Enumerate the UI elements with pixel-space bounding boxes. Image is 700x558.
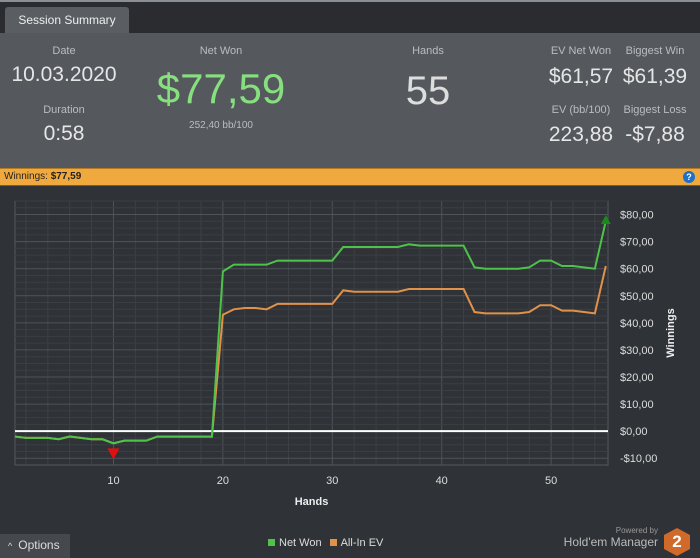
ev-bb-label: EV (bb/100)	[551, 104, 611, 116]
session-summary-panel: Date 10.03.2020 Duration 0:58 Net Won $7…	[0, 33, 700, 168]
legend-swatch	[329, 539, 337, 546]
legend-item-net-won[interactable]: Net Won	[268, 537, 322, 549]
bb100-value: 252,40 bb/100	[189, 120, 253, 131]
duration-value: 0:58	[43, 122, 85, 145]
date-value: 10.03.2020	[11, 63, 117, 86]
x-tick-label: 10	[107, 475, 119, 487]
biggest-loss-value: -$7,88	[625, 123, 685, 146]
winnings-label: Winnings:	[4, 171, 48, 182]
chevron-up-icon: ^	[8, 541, 13, 551]
x-tick-label: 40	[436, 475, 448, 487]
chart-legend: Net Won All-In EV	[268, 537, 383, 549]
hands-value: 55	[405, 69, 451, 113]
y-tick-label: $20,00	[620, 372, 654, 384]
powered-by-text: Powered by	[615, 526, 658, 535]
hands-label: Hands	[412, 45, 444, 57]
winnings-chart: -$10,00 $0,00 $10,00 $20,00 $30,00 $40,00 $50,…	[14, 200, 677, 508]
net-won-value: $77,59	[156, 65, 286, 112]
options-label: Options	[18, 538, 60, 552]
hem-logo: Powered by Hold'em Manager 2	[563, 526, 690, 556]
x-tick-label: 30	[326, 475, 338, 487]
brand-name: Hold'em Manager	[563, 535, 658, 549]
legend-swatch	[268, 539, 275, 546]
x-tick-label: 20	[217, 475, 229, 487]
y-tick-label: $70,00	[620, 237, 654, 249]
legend-label: All-In EV	[340, 537, 384, 549]
plot-area	[14, 200, 609, 466]
y-tick-label: -$10,00	[620, 453, 657, 465]
y-axis-label: Winnings	[665, 308, 677, 357]
legend-item-all-in-ev[interactable]: All-In EV	[329, 537, 384, 549]
y-tick-label: $50,00	[620, 291, 654, 303]
biggest-loss-label: Biggest Loss	[623, 104, 687, 116]
y-tick-label: $40,00	[620, 318, 654, 330]
ev-bb-value: 223,88	[548, 123, 614, 146]
y-tick-label: $10,00	[620, 399, 654, 411]
ev-net-won-value: $61,57	[548, 65, 614, 88]
y-tick-label: $30,00	[620, 345, 654, 357]
date-label: Date	[52, 45, 76, 57]
biggest-win-value: $61,39	[622, 65, 688, 88]
biggest-win-label: Biggest Win	[625, 45, 685, 57]
tab-session-summary[interactable]: Session Summary	[5, 7, 129, 35]
question-icon[interactable]: ?	[683, 171, 695, 183]
legend-label: Net Won	[279, 537, 322, 549]
options-button[interactable]: ^ Options	[0, 534, 70, 558]
y-tick-label: $0,00	[620, 426, 648, 438]
ev-net-won-label: EV Net Won	[550, 45, 612, 57]
net-won-label: Net Won	[199, 45, 243, 57]
duration-label: Duration	[43, 104, 85, 116]
winnings-bar: Winnings: $77,59 ?	[0, 168, 700, 186]
x-axis-label: Hands	[295, 496, 329, 508]
x-tick-label: 50	[545, 475, 557, 487]
brand-version-badge: 2	[664, 528, 690, 556]
y-tick-label: $60,00	[620, 264, 654, 276]
tab-bar: Session Summary	[0, 0, 700, 35]
winnings-value: $77,59	[50, 171, 82, 182]
y-tick-label: $80,00	[620, 210, 654, 222]
